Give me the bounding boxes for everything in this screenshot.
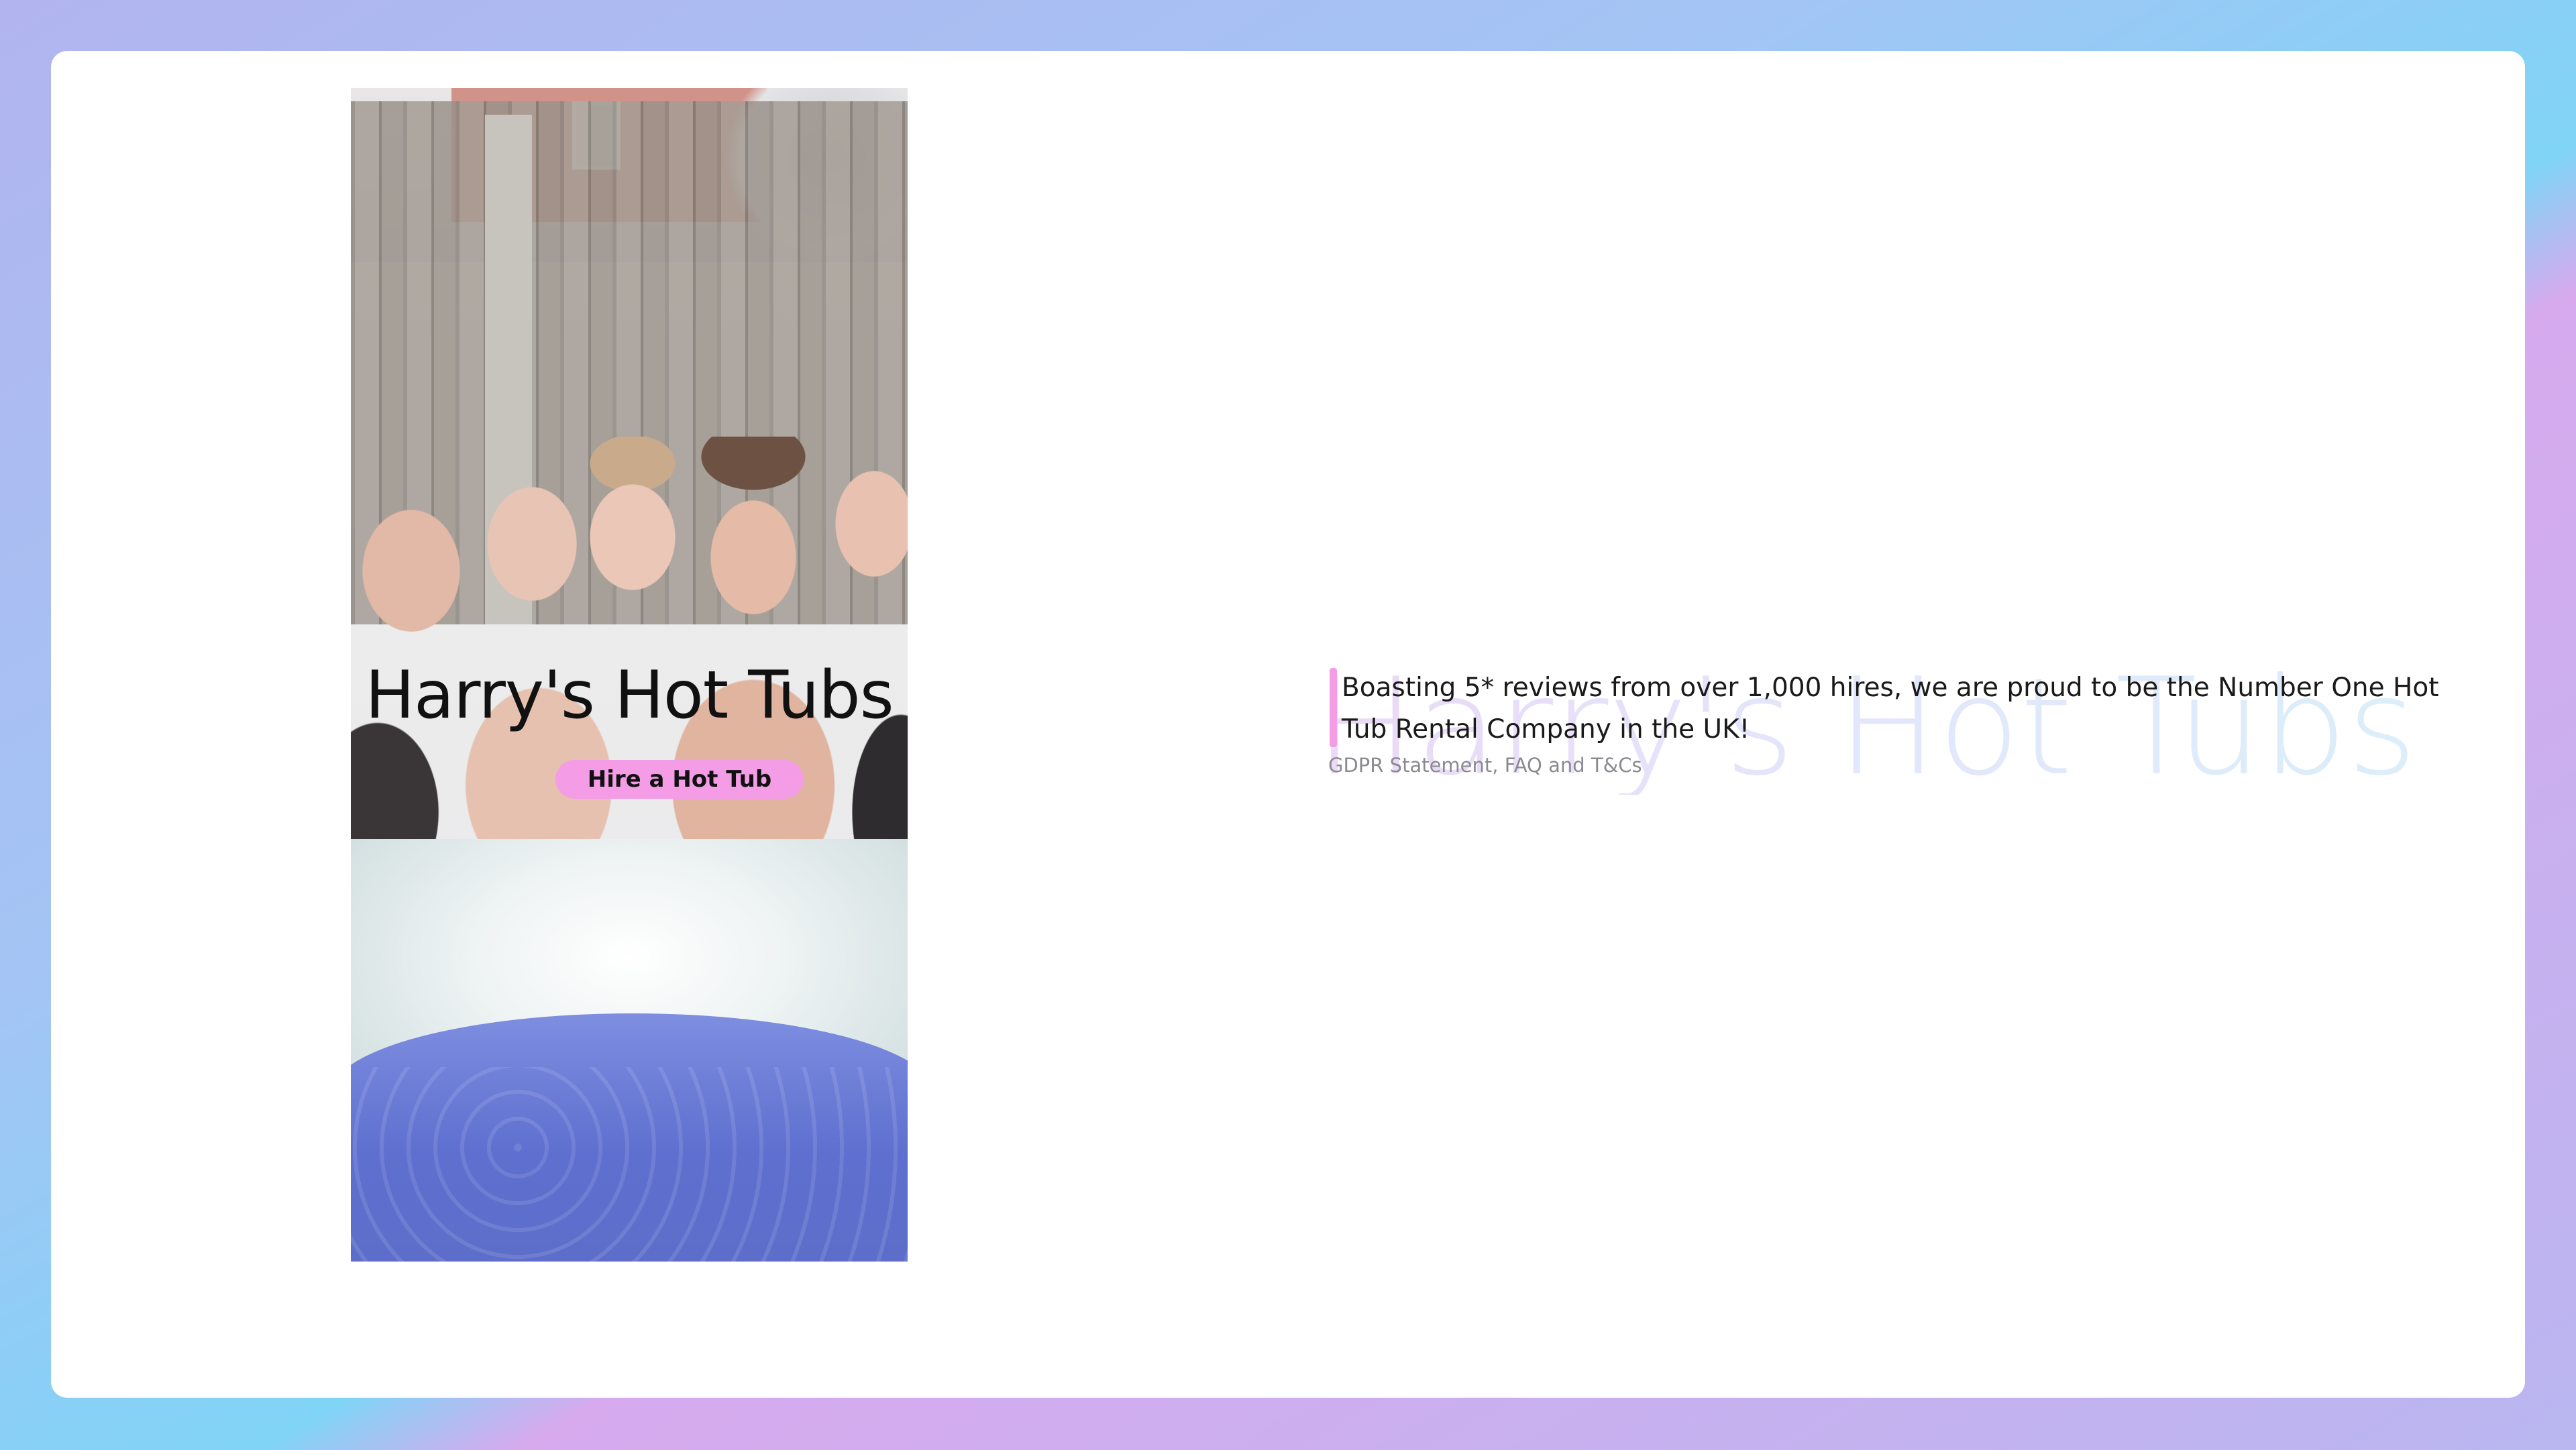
hire-hot-tub-button[interactable]: Hire a Hot Tub [555,760,804,799]
reviews-blurb: Boasting 5* reviews from over 1,000 hire… [1342,673,2439,744]
gdpr-faq-terms-link[interactable]: GDPR Statement, FAQ and T&Cs [1328,754,1642,777]
hero-title: Harry's Hot Tubs [365,657,894,734]
quote-accent-bar [1330,668,1337,747]
